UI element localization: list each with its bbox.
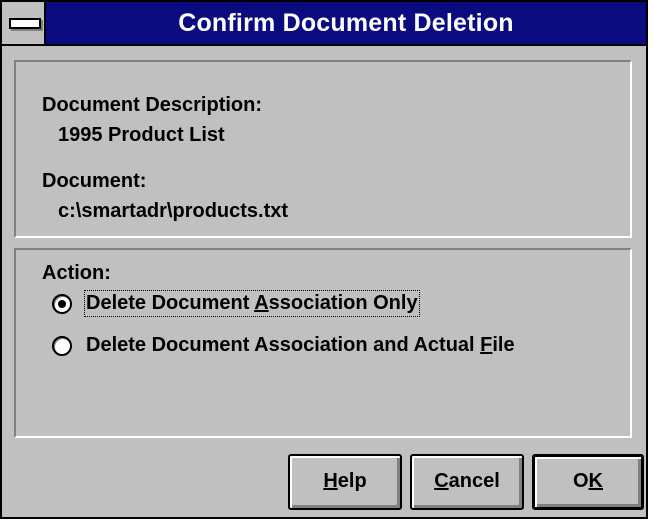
help-button[interactable]: Help [288,454,402,510]
document-value: c:\smartadr\products.txt [58,200,289,222]
confirm-deletion-dialog: Confirm Document Deletion Document Descr… [0,0,648,519]
description-label: Document Description: [42,94,263,116]
system-menu-button[interactable] [2,2,46,44]
minus-bar-icon [9,18,41,29]
ok-button[interactable]: OK [532,454,644,510]
radio-association-and-file[interactable] [52,336,72,356]
document-label: Document: [42,170,147,192]
action-label: Action: [42,262,111,284]
document-info-group: Document Description: 1995 Product List … [14,60,632,238]
cancel-button[interactable]: Cancel [410,454,524,510]
option-association-and-file-label[interactable]: Delete Document Association and Actual F… [86,334,515,357]
option-association-only-label[interactable]: Delete Document Association Only [84,290,420,317]
radio-selected-dot [58,300,66,308]
window-title: Confirm Document Deletion [178,9,514,37]
radio-association-only[interactable] [52,294,72,314]
description-value: 1995 Product List [58,124,225,146]
title-bar: Confirm Document Deletion [2,2,646,46]
action-group: Action: Delete Document Association Only… [14,248,632,438]
